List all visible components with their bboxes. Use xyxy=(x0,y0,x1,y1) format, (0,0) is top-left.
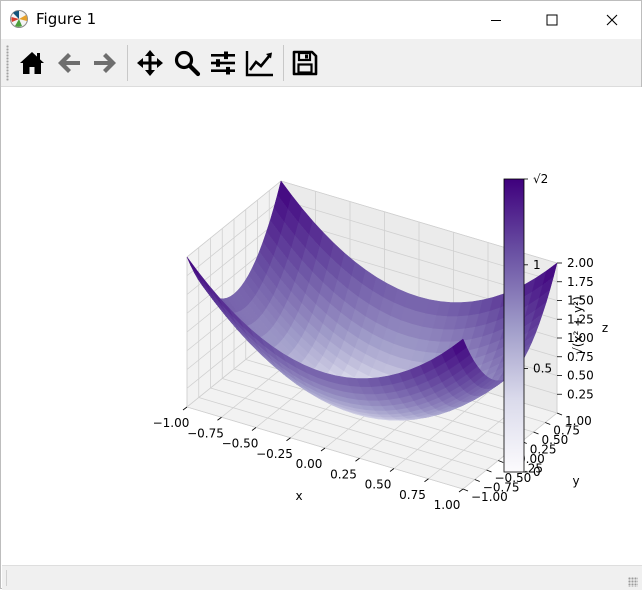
forward-button[interactable] xyxy=(88,43,122,83)
x-tick-label: −0.75 xyxy=(187,426,224,440)
status-separator xyxy=(6,570,7,586)
axis-tick xyxy=(498,461,503,463)
z-tick-label: 0.25 xyxy=(567,387,594,401)
axis-tick xyxy=(475,480,480,482)
close-icon xyxy=(606,14,618,26)
back-button[interactable] xyxy=(52,43,86,83)
axis-tick xyxy=(425,479,429,482)
arrow-left-icon xyxy=(55,49,83,77)
edit-axis-button[interactable] xyxy=(243,43,277,83)
save-button[interactable] xyxy=(288,43,322,83)
x-tick-label: 0.75 xyxy=(399,488,426,502)
x-axis-label: x xyxy=(295,489,302,503)
z-tick-label: 2.00 xyxy=(567,256,594,270)
x-tick-label: −0.25 xyxy=(256,447,293,461)
colorbar-tick-label: 0.5 xyxy=(533,361,552,375)
colorbar-label: √(x² + y²) xyxy=(571,296,585,355)
toolbar-separator xyxy=(283,45,284,81)
minimize-button[interactable] xyxy=(473,1,519,39)
home-icon xyxy=(18,49,46,77)
axis-tick xyxy=(390,469,394,472)
y-tick-label: 1.00 xyxy=(565,414,592,428)
axis-tick xyxy=(183,407,187,410)
x-tick-label: 0.25 xyxy=(330,467,357,481)
pan-button[interactable] xyxy=(133,43,167,83)
z-tick-label: 1.75 xyxy=(567,275,594,289)
z-tick-label: 0.50 xyxy=(567,369,594,383)
maximize-icon xyxy=(546,14,558,26)
magnifier-icon xyxy=(173,49,201,77)
minimize-icon xyxy=(490,14,502,26)
x-tick-label: 0.50 xyxy=(365,478,392,492)
colorbar-tick-label: 1 xyxy=(533,258,541,272)
sliders-icon xyxy=(209,49,237,77)
axis-tick xyxy=(321,448,325,451)
axis-tick xyxy=(463,489,468,491)
axis-tick xyxy=(287,438,291,441)
x-tick-label: −0.50 xyxy=(222,437,259,451)
toolbar-separator xyxy=(127,45,128,81)
move-icon xyxy=(136,49,164,77)
axis-tick xyxy=(534,432,539,434)
resize-grip[interactable] xyxy=(628,577,638,587)
arrow-right-icon xyxy=(91,49,119,77)
floppy-disk-icon xyxy=(291,49,319,77)
axis-tick xyxy=(459,489,463,492)
x-tick-label: 1.00 xyxy=(434,498,461,512)
y-axis-label: y xyxy=(572,474,579,488)
title-bar[interactable]: Figure 1 xyxy=(1,1,641,39)
figure-window: Figure 1 xyxy=(0,0,642,589)
home-button[interactable] xyxy=(15,43,49,83)
z-axis-label: z xyxy=(602,321,608,335)
surface-plot[interactable]: −1.00−0.75−0.50−0.250.000.250.500.751.00… xyxy=(2,87,642,565)
line-chart-icon xyxy=(245,49,275,77)
x-tick-label: −1.00 xyxy=(153,416,190,430)
axis-tick xyxy=(252,428,256,431)
colorbar-tick-label: 0 xyxy=(533,465,541,479)
axis-tick xyxy=(356,458,360,461)
zoom-button[interactable] xyxy=(170,43,204,83)
x-tick-label: 0.00 xyxy=(296,457,323,471)
axis-tick xyxy=(218,417,222,420)
axis-tick xyxy=(487,470,492,472)
axis-tick xyxy=(545,423,550,425)
colorbar-tick-label: √2 xyxy=(533,172,548,186)
colorbar-gradient xyxy=(504,179,524,472)
matplotlib-logo-icon xyxy=(9,9,29,29)
maximize-button[interactable] xyxy=(529,1,575,39)
axis-tick xyxy=(557,413,562,415)
window-title: Figure 1 xyxy=(36,10,96,28)
figure-canvas[interactable]: −1.00−0.75−0.50−0.250.000.250.500.751.00… xyxy=(2,87,642,565)
status-bar xyxy=(2,565,642,590)
close-button[interactable] xyxy=(589,1,635,39)
configure-subplots-button[interactable] xyxy=(206,43,240,83)
toolbar-grip[interactable] xyxy=(6,45,9,81)
